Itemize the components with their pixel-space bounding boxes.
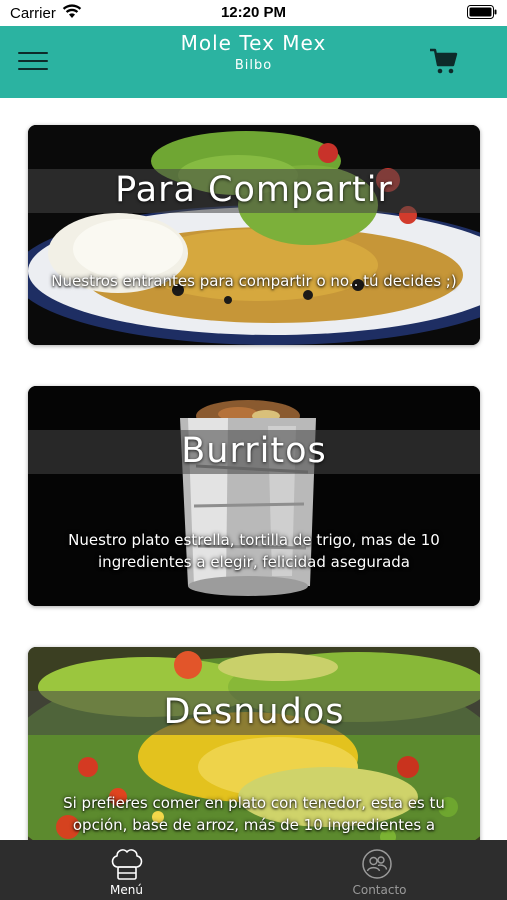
category-card-burritos[interactable]: Burritos Nuestro plato estrella, tortill… (28, 386, 480, 606)
status-time: 12:20 PM (220, 4, 287, 21)
burrito-image (28, 386, 480, 606)
category-description: Nuestros entrantes para compartir o no..… (51, 272, 457, 290)
tab-contact-label: Contacto (352, 883, 407, 897)
contact-people-icon (362, 849, 392, 879)
tab-menu-label: Menú (110, 883, 143, 897)
chef-hat-icon (111, 849, 143, 880)
category-card-para-compartir[interactable]: Para Compartir Nuestros entrantes para c… (28, 125, 480, 345)
category-list[interactable]: Para Compartir Nuestros entrantes para c… (0, 98, 507, 840)
category-description: Si prefieres comer en plato con tenedor,… (63, 794, 445, 834)
nachos-plate-image (28, 125, 480, 345)
battery-icon (467, 5, 497, 19)
category-title: Burritos (181, 431, 327, 471)
bottom-tab-bar: Menú Contacto (0, 840, 507, 900)
shopping-cart-icon[interactable] (428, 46, 458, 76)
category-description: Nuestro plato estrella, tortilla de trig… (68, 531, 440, 571)
category-title: Para Compartir (115, 170, 393, 210)
app-header: Mole Tex Mex Bilbo (0, 26, 507, 98)
category-title: Desnudos (163, 692, 345, 732)
status-bar: Carrier 12:20 PM (0, 0, 507, 26)
tab-contact[interactable]: Contacto (253, 840, 506, 900)
tab-menu[interactable]: Menú (0, 840, 253, 900)
category-card-desnudos[interactable]: Desnudos Si prefieres comer en plato con… (28, 647, 480, 840)
